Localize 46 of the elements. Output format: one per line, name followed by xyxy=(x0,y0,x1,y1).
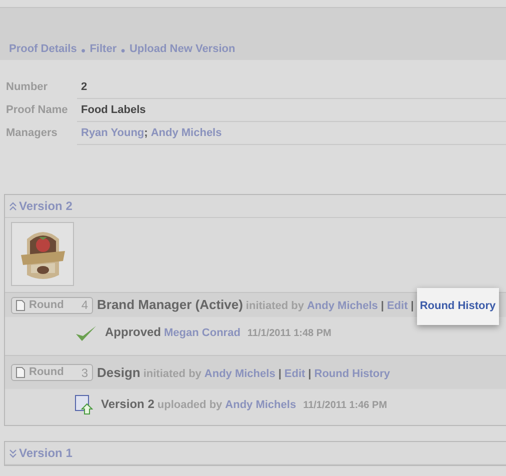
collapse-icon[interactable] xyxy=(9,202,17,210)
toolbar-link[interactable]: Proof Details xyxy=(9,40,77,57)
event-time: 11/1/2011 1:46 PM xyxy=(303,398,388,413)
round-link[interactable]: Edit xyxy=(386,298,408,315)
round-title: Design xyxy=(97,364,140,382)
event-text: uploaded by xyxy=(157,398,222,413)
upload-icon xyxy=(75,395,93,415)
expand-icon[interactable] xyxy=(9,448,17,458)
version-link[interactable]: Version 2 xyxy=(19,197,72,215)
round-badge[interactable]: Round 4 xyxy=(11,296,93,314)
event-title: Version 2 xyxy=(101,396,154,413)
round-link[interactable]: Round History xyxy=(314,366,390,382)
round-badge[interactable]: Round 3 xyxy=(11,364,93,381)
person-link[interactable]: Andy Michels xyxy=(306,298,378,315)
person-link[interactable]: Andy Michels xyxy=(204,366,276,382)
field-label: Managers xyxy=(5,126,58,142)
manager-link[interactable]: Ryan Young xyxy=(81,124,144,142)
person-link[interactable]: Andy Michels xyxy=(225,396,296,414)
person-link[interactable]: Megan Conrad xyxy=(164,324,240,342)
check-icon xyxy=(75,324,97,342)
toolbar-link[interactable]: Upload New Version xyxy=(129,40,236,57)
field-value: 2 xyxy=(81,80,88,95)
version-link[interactable]: Version 1 xyxy=(19,444,72,462)
page-icon xyxy=(16,300,25,310)
field-label: Proof Name xyxy=(5,103,69,118)
manager-link[interactable]: Andy Michels xyxy=(150,124,222,142)
link-separator: | xyxy=(410,299,414,314)
separator: ; xyxy=(144,126,148,141)
link-separator: | xyxy=(308,366,312,382)
separator-dot: ● xyxy=(80,45,86,57)
toolbar-link[interactable]: Filter xyxy=(90,40,117,57)
field-value: Food Labels xyxy=(81,102,146,118)
link-separator: | xyxy=(380,299,384,314)
page-icon xyxy=(16,367,25,378)
event-title: Approved xyxy=(105,324,162,341)
round-link[interactable]: Edit xyxy=(284,366,306,382)
round-number: 4 xyxy=(81,297,88,314)
round-title: Brand Manager (Active) xyxy=(97,296,243,314)
round-label: Round xyxy=(29,365,64,380)
field-label: Number xyxy=(5,80,49,96)
link-separator: | xyxy=(278,366,282,382)
round-label: Round xyxy=(29,298,64,313)
round-link[interactable]: Round History xyxy=(416,288,499,325)
round-number: 3 xyxy=(81,364,88,382)
event-time: 11/1/2011 1:48 PM xyxy=(247,326,332,341)
separator-dot: ● xyxy=(120,45,126,57)
